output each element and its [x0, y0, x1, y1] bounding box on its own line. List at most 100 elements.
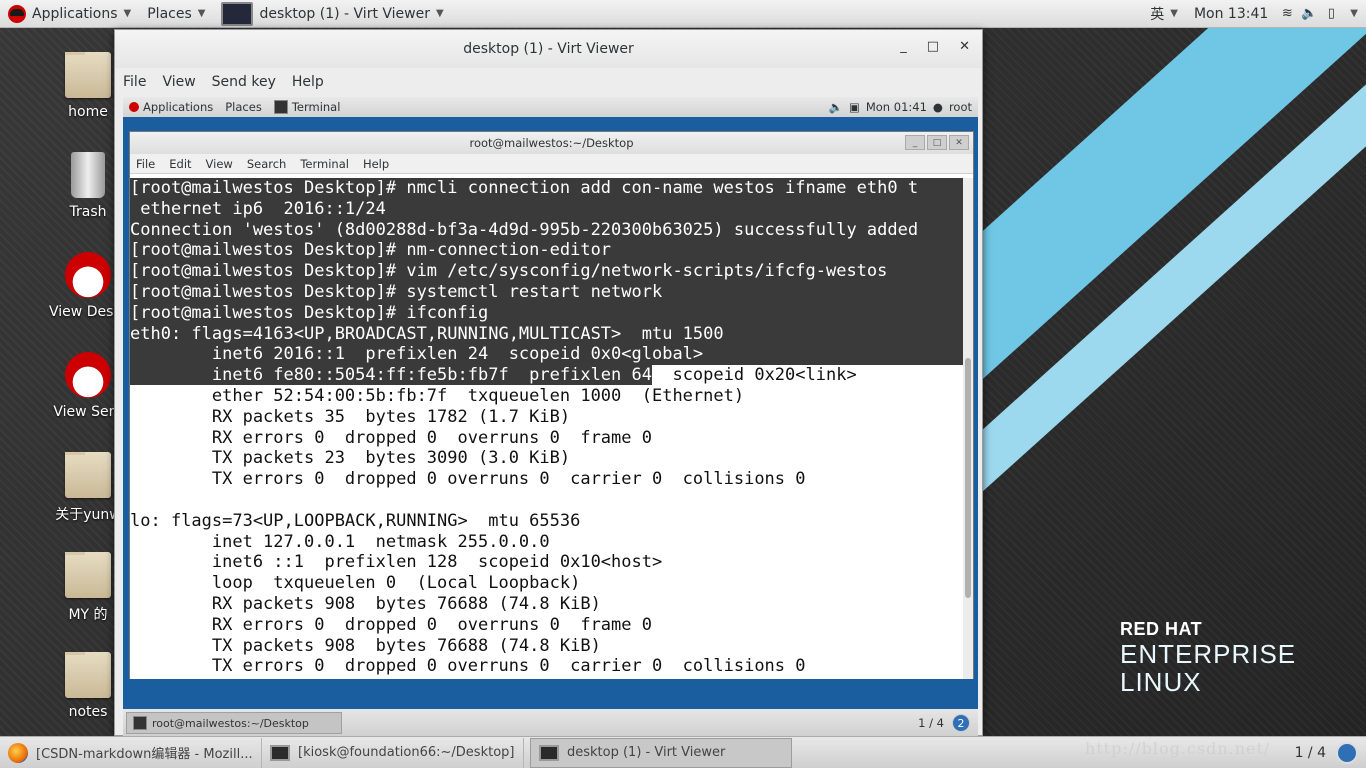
- terminal-line-text: RX packets 908 bytes 76688 (74.8 KiB): [130, 593, 601, 614]
- menu-help[interactable]: Help: [363, 157, 389, 171]
- guest-active-task[interactable]: Terminal: [268, 97, 347, 117]
- desktop-icon-label: View Serv: [53, 404, 123, 420]
- top-panel: Applications ▼ Places ▼ desktop (1) - Vi…: [0, 0, 1366, 28]
- menu-view[interactable]: View: [206, 157, 233, 171]
- terminal-line: [root@mailwestos Desktop]# systemctl res…: [130, 281, 964, 303]
- terminal-line: [root@mailwestos Desktop]# nm-connection…: [130, 240, 964, 262]
- volume-icon[interactable]: 🔈: [829, 100, 843, 114]
- terminal-output[interactable]: [root@mailwestos Desktop]# nmcli connect…: [130, 178, 964, 679]
- menu-search[interactable]: Search: [247, 157, 287, 171]
- guest-applications-label: Applications: [143, 100, 214, 114]
- terminal-line: RX errors 0 dropped 0 overruns 0 frame 0: [130, 428, 964, 449]
- desktop-icon-label: 关于yunw: [55, 507, 121, 523]
- taskbar-item-firefox[interactable]: [CSDN-markdown编辑器 - Mozill...: [0, 737, 262, 768]
- terminal-line: RX errors 0 dropped 0 overruns 0 frame 0: [130, 615, 964, 636]
- minimize-icon[interactable]: _: [905, 135, 925, 150]
- folder-icon: [65, 652, 111, 698]
- volume-icon[interactable]: 🔈: [1298, 6, 1320, 21]
- input-method-label: 英: [1150, 6, 1165, 23]
- guest-clock[interactable]: Mon 01:41: [866, 100, 927, 114]
- taskbar-label: [CSDN-markdown编辑器 - Mozill...: [36, 747, 253, 762]
- scrollbar-thumb[interactable]: [965, 358, 971, 598]
- menu-edit[interactable]: Edit: [169, 157, 191, 171]
- menubar: File View Send key Help: [115, 68, 982, 96]
- taskbar-item-terminal[interactable]: [kiosk@foundation66:~/Desktop]: [262, 737, 524, 768]
- terminal-scrollbar[interactable]: [963, 178, 973, 679]
- taskbar-item-virt-viewer[interactable]: desktop (1) - Virt Viewer: [530, 737, 792, 768]
- logo-line-enterprise: ENTERPRISE: [1120, 639, 1297, 669]
- terminal-line: inet 127.0.0.1 netmask 255.0.0.0: [130, 532, 964, 553]
- terminal-line: inet6 2016::1 prefixlen 24 scopeid 0x0<g…: [130, 344, 964, 366]
- close-icon[interactable]: ✕: [959, 39, 970, 54]
- terminal-line-text: [root@mailwestos Desktop]# nm-connection…: [130, 240, 612, 261]
- guest-applications-menu[interactable]: Applications: [123, 97, 219, 117]
- terminal-icon: [133, 716, 147, 730]
- virt-viewer-window: desktop (1) - Virt Viewer _ □ ✕ File Vie…: [114, 29, 983, 737]
- workspace-label: 1 / 4: [918, 716, 944, 730]
- guest-bottom-panel: root@mailwestos:~/Desktop 1 / 4 2: [123, 709, 978, 737]
- close-icon[interactable]: ✕: [949, 135, 969, 150]
- terminal-line-text: [root@mailwestos Desktop]# ifconfig: [130, 302, 489, 323]
- terminal-line: ethernet ip6 2016::1/24: [130, 198, 964, 220]
- terminal-line-text: TX errors 0 dropped 0 overruns 0 carrier…: [130, 656, 806, 677]
- terminal-line: RX packets 35 bytes 1782 (1.7 KiB): [130, 407, 964, 428]
- workspace-indicator[interactable]: 1 / 4: [1295, 741, 1366, 764]
- maximize-icon[interactable]: □: [927, 39, 939, 54]
- redhat-icon: [129, 102, 139, 112]
- terminal-line-text: RX packets 35 bytes 1782 (1.7 KiB): [130, 406, 571, 427]
- terminal-line-text: TX errors 0 dropped 0 overruns 0 carrier…: [130, 469, 806, 490]
- guest-user[interactable]: root: [949, 100, 972, 114]
- terminal-title: root@mailwestos:~/Desktop: [469, 136, 634, 150]
- menu-file[interactable]: File: [123, 74, 146, 90]
- guest-workspace-indicator[interactable]: 1 / 4 2: [918, 714, 970, 732]
- notification-icon[interactable]: 2: [952, 714, 970, 732]
- guest-places-menu[interactable]: Places: [219, 97, 268, 117]
- input-method-menu[interactable]: 英 ▼: [1142, 0, 1186, 28]
- chevron-down-icon: ▼: [435, 8, 444, 19]
- terminal-line-text: [root@mailwestos Desktop]# systemctl res…: [130, 281, 663, 302]
- maximize-icon[interactable]: □: [927, 135, 947, 150]
- monitor-icon: [539, 744, 559, 761]
- applications-menu[interactable]: Applications ▼: [0, 0, 139, 28]
- active-window-menu[interactable]: desktop (1) - Virt Viewer ▼: [213, 0, 451, 28]
- terminal-line-text: Connection 'westos' (8d00288d-bf3a-4d9d-…: [130, 219, 919, 240]
- terminal-titlebar[interactable]: root@mailwestos:~/Desktop _ □ ✕: [130, 132, 973, 154]
- rhel-logo: RED HAT ENTERPRISE LINUX: [1120, 620, 1296, 695]
- clock[interactable]: Mon 13:41: [1186, 0, 1276, 28]
- terminal-line-text: ethernet ip6 2016::1/24: [130, 198, 386, 219]
- menu-view[interactable]: View: [162, 74, 195, 90]
- taskbar-label: [kiosk@foundation66:~/Desktop]: [298, 745, 515, 760]
- places-menu[interactable]: Places ▼: [139, 0, 213, 28]
- terminal-line-text: TX packets 908 bytes 76688 (74.8 KiB): [130, 635, 601, 656]
- terminal-line-text: scopeid 0x20<link>: [651, 365, 857, 386]
- terminal-line: inet6 ::1 prefixlen 128 scopeid 0x10<hos…: [130, 552, 964, 573]
- menu-send-key[interactable]: Send key: [212, 74, 276, 90]
- redhat-icon: [8, 4, 26, 23]
- places-label: Places: [147, 5, 192, 22]
- menu-file[interactable]: File: [136, 157, 155, 171]
- home-folder-icon: [65, 52, 111, 98]
- folder-icon: [65, 452, 111, 498]
- terminal-line: TX packets 23 bytes 3090 (3.0 KiB): [130, 448, 964, 469]
- minimize-icon[interactable]: _: [900, 39, 907, 54]
- terminal-line: [root@mailwestos Desktop]# nmcli connect…: [130, 178, 964, 199]
- guest-taskbar-item[interactable]: root@mailwestos:~/Desktop: [126, 712, 342, 734]
- battery-icon[interactable]: ▯: [1320, 6, 1342, 21]
- trash-icon: [71, 152, 105, 198]
- applications-label: Applications: [32, 5, 118, 22]
- menu-help[interactable]: Help: [292, 74, 324, 90]
- terminal-line-text: [root@mailwestos Desktop]# vim /etc/sysc…: [130, 261, 888, 282]
- window-titlebar[interactable]: desktop (1) - Virt Viewer _ □ ✕: [115, 30, 982, 68]
- wifi-icon[interactable]: ≋: [1276, 6, 1298, 21]
- notification-icon[interactable]: [1336, 741, 1358, 764]
- terminal-line: TX errors 0 dropped 0 overruns 0 carrier…: [130, 469, 964, 490]
- guest-display[interactable]: Applications Places Terminal 🔈 ▣ Mon 01:…: [123, 97, 978, 737]
- terminal-line: RX packets 908 bytes 76688 (74.8 KiB): [130, 594, 964, 615]
- desktop-icon-label: MY 的: [68, 607, 108, 623]
- network-icon[interactable]: ▣: [849, 100, 860, 114]
- menu-terminal[interactable]: Terminal: [300, 157, 349, 171]
- terminal-line-text: loop txqueuelen 0 (Local Loopback): [130, 573, 581, 594]
- terminal-line-text: TX packets 23 bytes 3090 (3.0 KiB): [130, 448, 571, 469]
- chevron-down-icon[interactable]: ▼: [1342, 8, 1366, 19]
